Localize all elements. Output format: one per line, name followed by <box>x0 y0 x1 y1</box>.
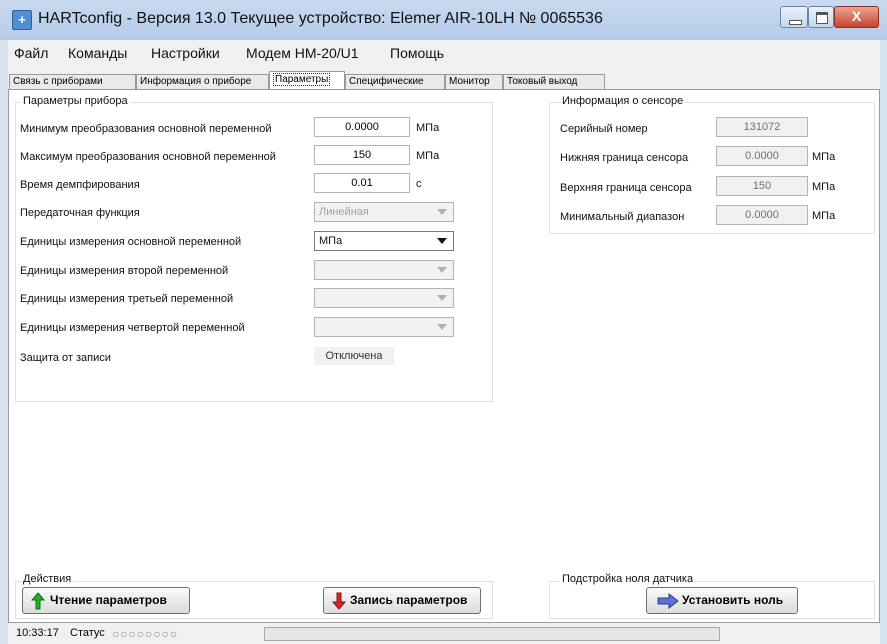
close-button[interactable]: X <box>834 6 879 28</box>
upper-limit-unit: МПа <box>812 181 836 193</box>
tv-units-select[interactable] <box>314 288 454 308</box>
serial-number-label: Серийный номер <box>560 123 648 135</box>
zero-adjust-title: Подстройка ноля датчика <box>560 573 696 585</box>
tab-device-info[interactable]: Информация о приборе <box>136 74 269 89</box>
chevron-down-icon <box>437 209 447 215</box>
min-pv-input[interactable]: 0.0000 <box>314 117 410 137</box>
arrow-right-icon <box>657 593 679 609</box>
menu-commands[interactable]: Команды <box>68 45 127 61</box>
write-protect-value: Отключена <box>314 347 394 365</box>
damping-label: Время демпфирования <box>20 179 140 191</box>
menu-file[interactable]: Файл <box>14 45 48 61</box>
lower-limit-unit: МПа <box>812 151 836 163</box>
menu-settings[interactable]: Настройки <box>151 45 220 61</box>
title-bar: + HARTconfig - Версия 13.0 Текущее устро… <box>0 0 887 40</box>
status-bar: 10:33:17 Статус ○○○○○○○○ <box>8 623 880 644</box>
status-indicator-dots: ○○○○○○○○ <box>112 627 178 641</box>
chevron-down-icon <box>437 295 447 301</box>
sv-units-select[interactable] <box>314 260 454 280</box>
actions-title: Действия <box>21 573 74 585</box>
menu-help[interactable]: Помощь <box>390 45 444 61</box>
chevron-down-icon <box>437 267 447 273</box>
tab-specific[interactable]: Специфические <box>345 74 445 89</box>
device-params-title: Параметры прибора <box>21 95 130 107</box>
parameters-panel: Параметры прибора Минимум преобразования… <box>8 89 880 623</box>
max-pv-input[interactable]: 150 <box>314 145 410 165</box>
min-span-label: Минимальный диапазон <box>560 211 685 223</box>
tab-current-output[interactable]: Токовый выход <box>503 74 605 89</box>
status-label: Статус <box>70 627 105 639</box>
transfer-function-value: Линейная <box>319 206 369 218</box>
qv-units-label: Единицы измерения четвертой переменной <box>20 322 245 334</box>
damping-input[interactable]: 0.01 <box>314 173 410 193</box>
write-protect-label: Защита от записи <box>20 352 111 364</box>
pv-units-select[interactable]: МПа <box>314 231 454 251</box>
read-params-button[interactable]: Чтение параметров <box>22 587 190 614</box>
min-span-unit: МПа <box>812 210 836 222</box>
menu-bar: Файл Команды Настройки Модем HM-20/U1 По… <box>8 40 880 66</box>
lower-limit-value: 0.0000 <box>716 146 808 166</box>
sv-units-label: Единицы измерения второй переменной <box>20 265 229 277</box>
upper-limit-label: Верхняя граница сенсора <box>560 182 692 194</box>
write-params-button[interactable]: Запись параметров <box>323 587 481 614</box>
pv-units-value: МПа <box>319 235 343 247</box>
maximize-button[interactable] <box>808 6 834 28</box>
transfer-function-select[interactable]: Линейная <box>314 202 454 222</box>
status-time: 10:33:17 <box>16 627 59 639</box>
min-pv-label: Минимум преобразования основной переменн… <box>20 123 272 135</box>
qv-units-select[interactable] <box>314 317 454 337</box>
max-pv-label: Максимум преобразования основной перемен… <box>20 151 276 163</box>
minimize-button[interactable] <box>780 6 808 28</box>
app-plus-icon[interactable]: + <box>12 10 32 30</box>
set-zero-label: Установить ноль <box>682 593 784 607</box>
set-zero-button[interactable]: Установить ноль <box>646 587 798 614</box>
window-title: HARTconfig - Версия 13.0 Текущее устройс… <box>38 10 603 27</box>
tab-connection[interactable]: Связь с приборами <box>9 74 136 89</box>
tab-strip: Связь с приборами Информация о приборе П… <box>8 65 880 90</box>
lower-limit-label: Нижняя граница сенсора <box>560 152 689 164</box>
sensor-info-title: Информация о сенсоре <box>560 95 686 107</box>
tab-parameters[interactable]: Параметры <box>269 71 345 90</box>
upper-limit-value: 150 <box>716 176 808 196</box>
progress-bar <box>264 627 720 641</box>
damping-unit: с <box>416 178 422 190</box>
write-params-label: Запись параметров <box>350 593 468 607</box>
serial-number-value: 131072 <box>716 117 808 137</box>
chevron-down-icon <box>437 324 447 330</box>
tv-units-label: Единицы измерения третьей переменной <box>20 293 234 305</box>
arrow-up-icon <box>31 592 45 610</box>
tab-parameters-label: Параметры <box>273 73 331 86</box>
min-pv-unit: МПа <box>416 122 440 134</box>
max-pv-unit: МПа <box>416 150 440 162</box>
min-span-value: 0.0000 <box>716 205 808 225</box>
menu-modem[interactable]: Модем HM-20/U1 <box>246 45 359 61</box>
chevron-down-icon <box>437 238 447 244</box>
transfer-function-label: Передаточная функция <box>20 207 140 219</box>
tab-monitor[interactable]: Монитор <box>445 74 503 89</box>
read-params-label: Чтение параметров <box>50 593 167 607</box>
pv-units-label: Единицы измерения основной переменной <box>20 236 242 248</box>
arrow-down-icon <box>332 592 346 610</box>
